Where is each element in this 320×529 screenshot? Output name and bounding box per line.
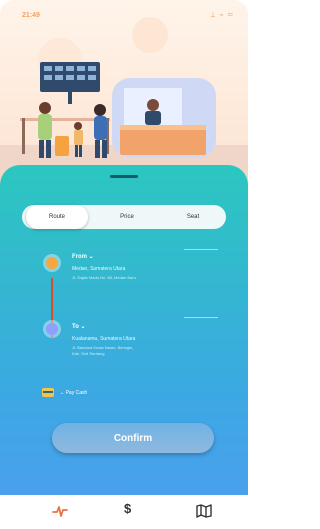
from-marker-icon: [46, 257, 58, 269]
tab-price[interactable]: Price: [96, 205, 158, 229]
bottom-nav: $: [0, 495, 248, 529]
status-time: 21:49: [22, 12, 40, 19]
to-dropdown[interactable]: To ⌄: [72, 323, 86, 330]
to-marker-icon: [46, 323, 58, 335]
nav-price[interactable]: $: [124, 501, 131, 516]
to-address-line2: Kab. Deli Serdang: [72, 351, 105, 356]
trip-sheet: Route Price Seat From ⌄ Medan, Sumatera …: [0, 165, 248, 495]
travel-illustration: 21:49 ⟂ ⌁ ▭: [0, 0, 248, 185]
booking-screen: 21:49 ⟂ ⌁ ▭ Route Price Seat From ⌄ Meda…: [0, 0, 248, 529]
dollar-icon: $: [124, 501, 132, 516]
activity-icon: [52, 506, 68, 517]
airport-illustration: [0, 17, 248, 185]
from-address: Jl. Gajah Mada No. 88, Medan Baru: [72, 275, 136, 280]
payment-method-dropdown[interactable]: ⌄ Pay Cash: [60, 390, 87, 396]
from-title: Medan, Sumatera Utara: [72, 266, 126, 272]
tab-segment: Route Price Seat: [22, 205, 226, 229]
nav-map[interactable]: [196, 504, 212, 518]
to-divider: [184, 317, 218, 318]
from-divider: [184, 249, 218, 250]
status-icons: ⟂ ⌁ ▭: [210, 12, 234, 19]
confirm-button[interactable]: Confirm: [52, 423, 214, 453]
map-icon: [196, 504, 212, 518]
tab-seat[interactable]: Seat: [162, 205, 224, 229]
drag-handle[interactable]: [110, 175, 138, 178]
tab-route[interactable]: Route: [26, 205, 88, 229]
status-bar: 21:49 ⟂ ⌁ ▭: [0, 0, 248, 26]
from-dropdown[interactable]: From ⌄: [72, 253, 94, 260]
nav-activity[interactable]: [52, 504, 68, 518]
to-title: Kualanamu, Sumatera Utara: [72, 336, 136, 342]
card-icon: [42, 388, 54, 397]
